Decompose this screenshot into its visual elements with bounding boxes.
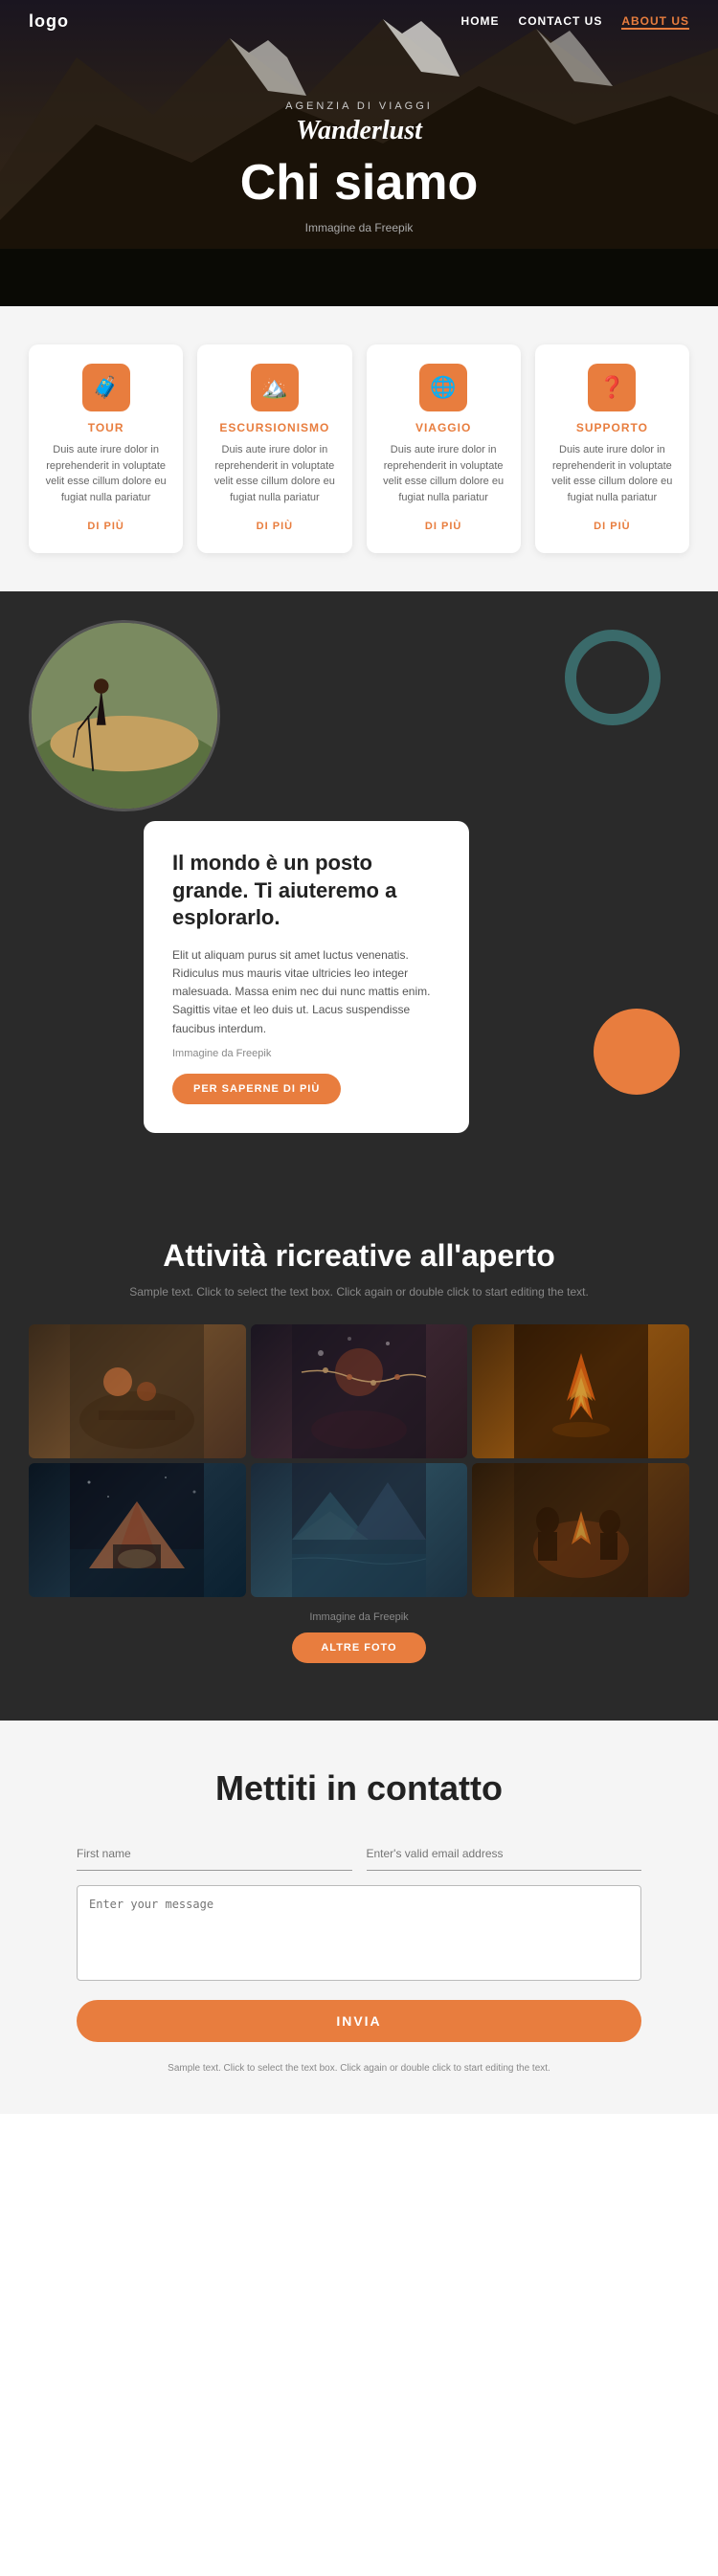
contact-form-row-1 [77,1837,641,1871]
escursionismo-icon: 🏔️ [251,364,299,411]
footer-text: Sample text. Click to select the text bo… [77,2061,641,2076]
hero-section: AGENZIA DI VIAGGI Wanderlust Chi siamo I… [0,0,718,306]
photo-1-placeholder [29,1324,246,1458]
supporto-icon: ❓ [588,364,636,411]
photo-2 [251,1324,468,1458]
photo-6-placeholder [472,1463,689,1597]
hiker-image-inner [32,623,217,809]
photo-grid-bottom [29,1463,689,1597]
first-name-input[interactable] [77,1837,352,1871]
viaggio-icon: 🌐 [419,364,467,411]
activities-title: Attività ricreative all'aperto [29,1238,689,1274]
card-tour-text: Duis aute irure dolor in reprehenderit i… [43,442,168,505]
photo-2-placeholder [251,1324,468,1458]
photo-4-placeholder [29,1463,246,1597]
hero-caption: Immagine da Freepik [305,221,414,234]
contact-title: Mettiti in contatto [77,1768,641,1809]
cards-grid: 🧳 TOUR Duis aute irure dolor in reprehen… [29,344,689,553]
card-viaggio-link[interactable]: DI PIÙ [425,521,461,532]
photo-grid-top [29,1324,689,1458]
agency-label: AGENZIA DI VIAGGI [285,100,433,112]
logo: logo [29,11,69,32]
card-tour-link[interactable]: DI PIÙ [87,521,123,532]
orange-circle-decoration [594,1009,680,1095]
photo-5-placeholder [251,1463,468,1597]
cards-section: 🧳 TOUR Duis aute irure dolor in reprehen… [0,306,718,591]
hero-title: Chi siamo [240,154,479,211]
photo-4 [29,1463,246,1597]
card-supporto: ❓ SUPPORTO Duis aute irure dolor in repr… [535,344,689,553]
submit-button[interactable]: INVIA [77,2000,641,2042]
card-escursionismo: 🏔️ ESCURSIONISMO Duis aute irure dolor i… [197,344,351,553]
photo-3 [472,1324,689,1458]
message-textarea[interactable] [77,1885,641,1981]
card-escursionismo-title: ESCURSIONISMO [212,421,337,434]
more-photos-button[interactable]: ALTRE FOTO [292,1632,425,1663]
nav-about[interactable]: ABOUT US [621,14,689,30]
card-tour: 🧳 TOUR Duis aute irure dolor in reprehen… [29,344,183,553]
card-tour-title: TOUR [43,421,168,434]
middle-content-box: Il mondo è un posto grande. Ti aiuteremo… [144,821,469,1133]
middle-heading: Il mondo è un posto grande. Ti aiuteremo… [172,850,440,932]
photo-5 [251,1463,468,1597]
photo-1 [29,1324,246,1458]
nav-links: HOME CONTACT US ABOUT US [461,14,689,30]
activities-subtitle: Sample text. Click to select the text bo… [29,1283,689,1300]
photo-3-placeholder [472,1324,689,1458]
photo-caption: Immagine da Freepik [29,1611,689,1623]
card-supporto-text: Duis aute irure dolor in reprehenderit i… [550,442,675,505]
brand-name: Wanderlust [296,116,422,146]
photo-6 [472,1463,689,1597]
middle-body-text: Elit ut aliquam purus sit amet luctus ve… [172,946,440,1038]
teal-circle-decoration [565,630,661,725]
learn-more-button[interactable]: PER SAPERNE DI PIÙ [172,1074,341,1104]
nav-contact[interactable]: CONTACT US [519,14,603,30]
card-viaggio-title: VIAGGIO [381,421,506,434]
middle-section: Il mondo è un posto grande. Ti aiuteremo… [0,591,718,1190]
navigation: logo HOME CONTACT US ABOUT US [0,0,718,43]
card-supporto-title: SUPPORTO [550,421,675,434]
tour-icon: 🧳 [82,364,130,411]
card-escursionismo-link[interactable]: DI PIÙ [257,521,293,532]
card-viaggio-text: Duis aute irure dolor in reprehenderit i… [381,442,506,505]
activities-section: Attività ricreative all'aperto Sample te… [0,1190,718,1721]
email-input[interactable] [367,1837,642,1871]
hero-content: AGENZIA DI VIAGGI Wanderlust Chi siamo I… [0,0,718,306]
card-supporto-link[interactable]: DI PIÙ [594,521,630,532]
nav-home[interactable]: HOME [461,14,500,30]
card-viaggio: 🌐 VIAGGIO Duis aute irure dolor in repre… [367,344,521,553]
middle-caption: Immagine da Freepik [172,1048,440,1059]
card-escursionismo-text: Duis aute irure dolor in reprehenderit i… [212,442,337,505]
hiker-image-circle [29,620,220,811]
contact-section: Mettiti in contatto INVIA Sample text. C… [0,1721,718,2114]
